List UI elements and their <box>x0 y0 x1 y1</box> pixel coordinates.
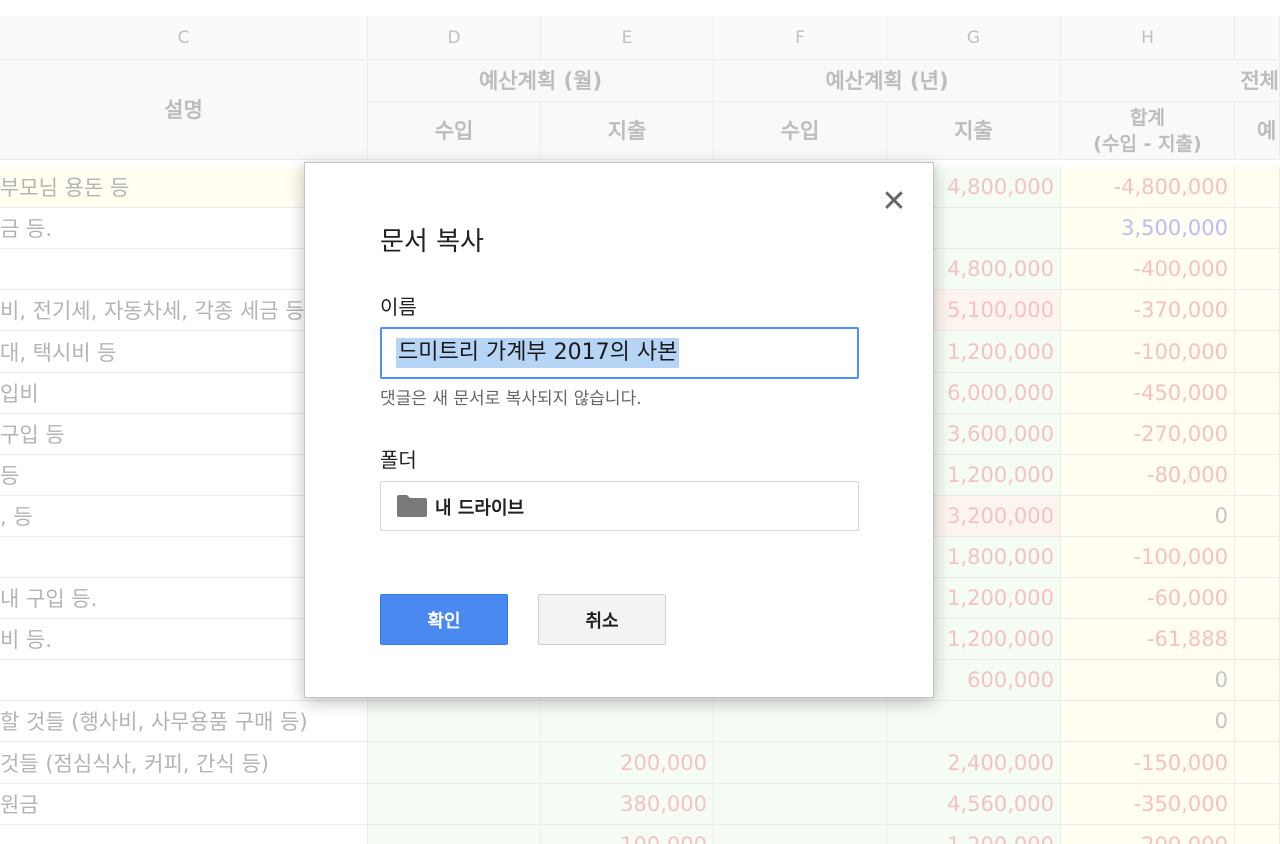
name-label: 이름 <box>380 295 417 319</box>
folder-picker[interactable]: 내 드라이브 <box>380 481 859 531</box>
folder-value: 내 드라이브 <box>435 498 525 519</box>
close-icon[interactable]: ✕ <box>879 187 909 217</box>
comments-hint: 댓글은 새 문서로 복사되지 않습니다. <box>380 389 642 409</box>
confirm-button[interactable]: 확인 <box>380 594 508 645</box>
dialog-title: 문서 복사 <box>380 227 484 257</box>
folder-icon <box>397 495 427 517</box>
copy-document-dialog: 문서 복사 ✕ 이름 드미트리 가계부 2017의 사본 댓글은 새 문서로 복… <box>304 162 934 698</box>
name-input-value[interactable]: 드미트리 가계부 2017의 사본 <box>396 338 680 368</box>
folder-label: 폴더 <box>380 448 417 472</box>
cancel-button[interactable]: 취소 <box>538 594 666 645</box>
